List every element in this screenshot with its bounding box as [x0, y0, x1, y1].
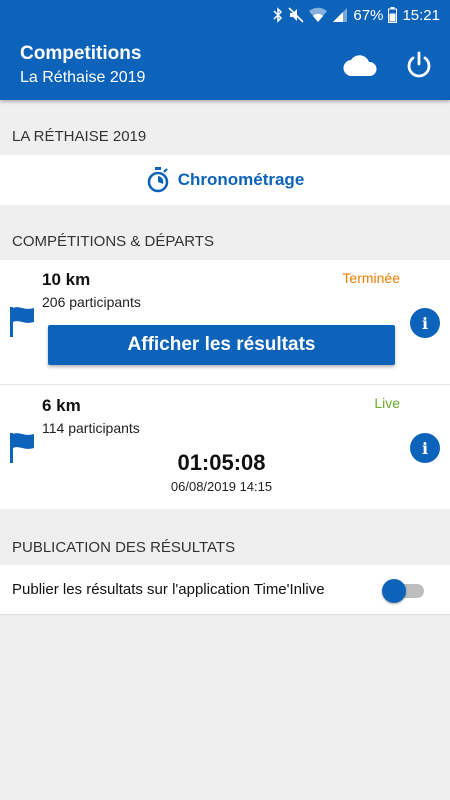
- battery-percent: 67%: [353, 6, 384, 24]
- flag-icon: [10, 307, 34, 337]
- status-badge: Live: [374, 395, 400, 411]
- bluetooth-icon: [273, 7, 283, 23]
- chronometrage-button[interactable]: Chronométrage: [0, 155, 450, 205]
- signal-icon: [333, 8, 348, 22]
- competition-card-6km[interactable]: 6 km 114 participants Live i 01:05:08 06…: [0, 385, 450, 509]
- competition-name: 6 km: [42, 396, 81, 415]
- status-bar: 67% 15:21: [0, 0, 450, 30]
- app-subtitle: La Réthaise 2019: [20, 69, 146, 86]
- chronometrage-label: Chronométrage: [177, 170, 305, 189]
- battery-icon: [388, 7, 398, 23]
- app-title: Competitions: [20, 43, 142, 64]
- competition-name: 10 km: [42, 270, 91, 289]
- show-results-button[interactable]: Afficher les résultats: [48, 325, 395, 365]
- event-section-header: LA RÉTHAISE 2019: [12, 127, 147, 145]
- participants-count: 206 participants: [42, 294, 141, 310]
- info-button[interactable]: i: [410, 308, 440, 338]
- participants-count: 114 participants: [42, 420, 140, 436]
- publish-results-toggle[interactable]: [382, 578, 426, 604]
- status-icons: 67% 15:21: [273, 5, 440, 25]
- power-icon[interactable]: [405, 51, 433, 79]
- clock: 15:21: [402, 6, 440, 24]
- start-datetime: 06/08/2019 14:15: [170, 479, 273, 494]
- publication-section-header: PUBLICATION DES RÉSULTATS: [12, 538, 236, 556]
- publish-results-label: Publier les résultats sur l'application …: [12, 581, 325, 598]
- mute-icon: [288, 7, 304, 23]
- competitions-section-header: COMPÉTITIONS & DÉPARTS: [12, 232, 214, 250]
- race-timer: 01:05:08: [177, 450, 266, 475]
- toggle-thumb: [382, 579, 406, 603]
- competition-card-10km[interactable]: 10 km 206 participants Terminée i Affich…: [0, 260, 450, 384]
- status-badge: Terminée: [342, 270, 400, 286]
- app-bar: Competitions La Réthaise 2019: [0, 30, 450, 100]
- wifi-icon: [309, 7, 328, 23]
- cloud-icon[interactable]: [343, 53, 377, 77]
- stopwatch-icon: [147, 167, 169, 193]
